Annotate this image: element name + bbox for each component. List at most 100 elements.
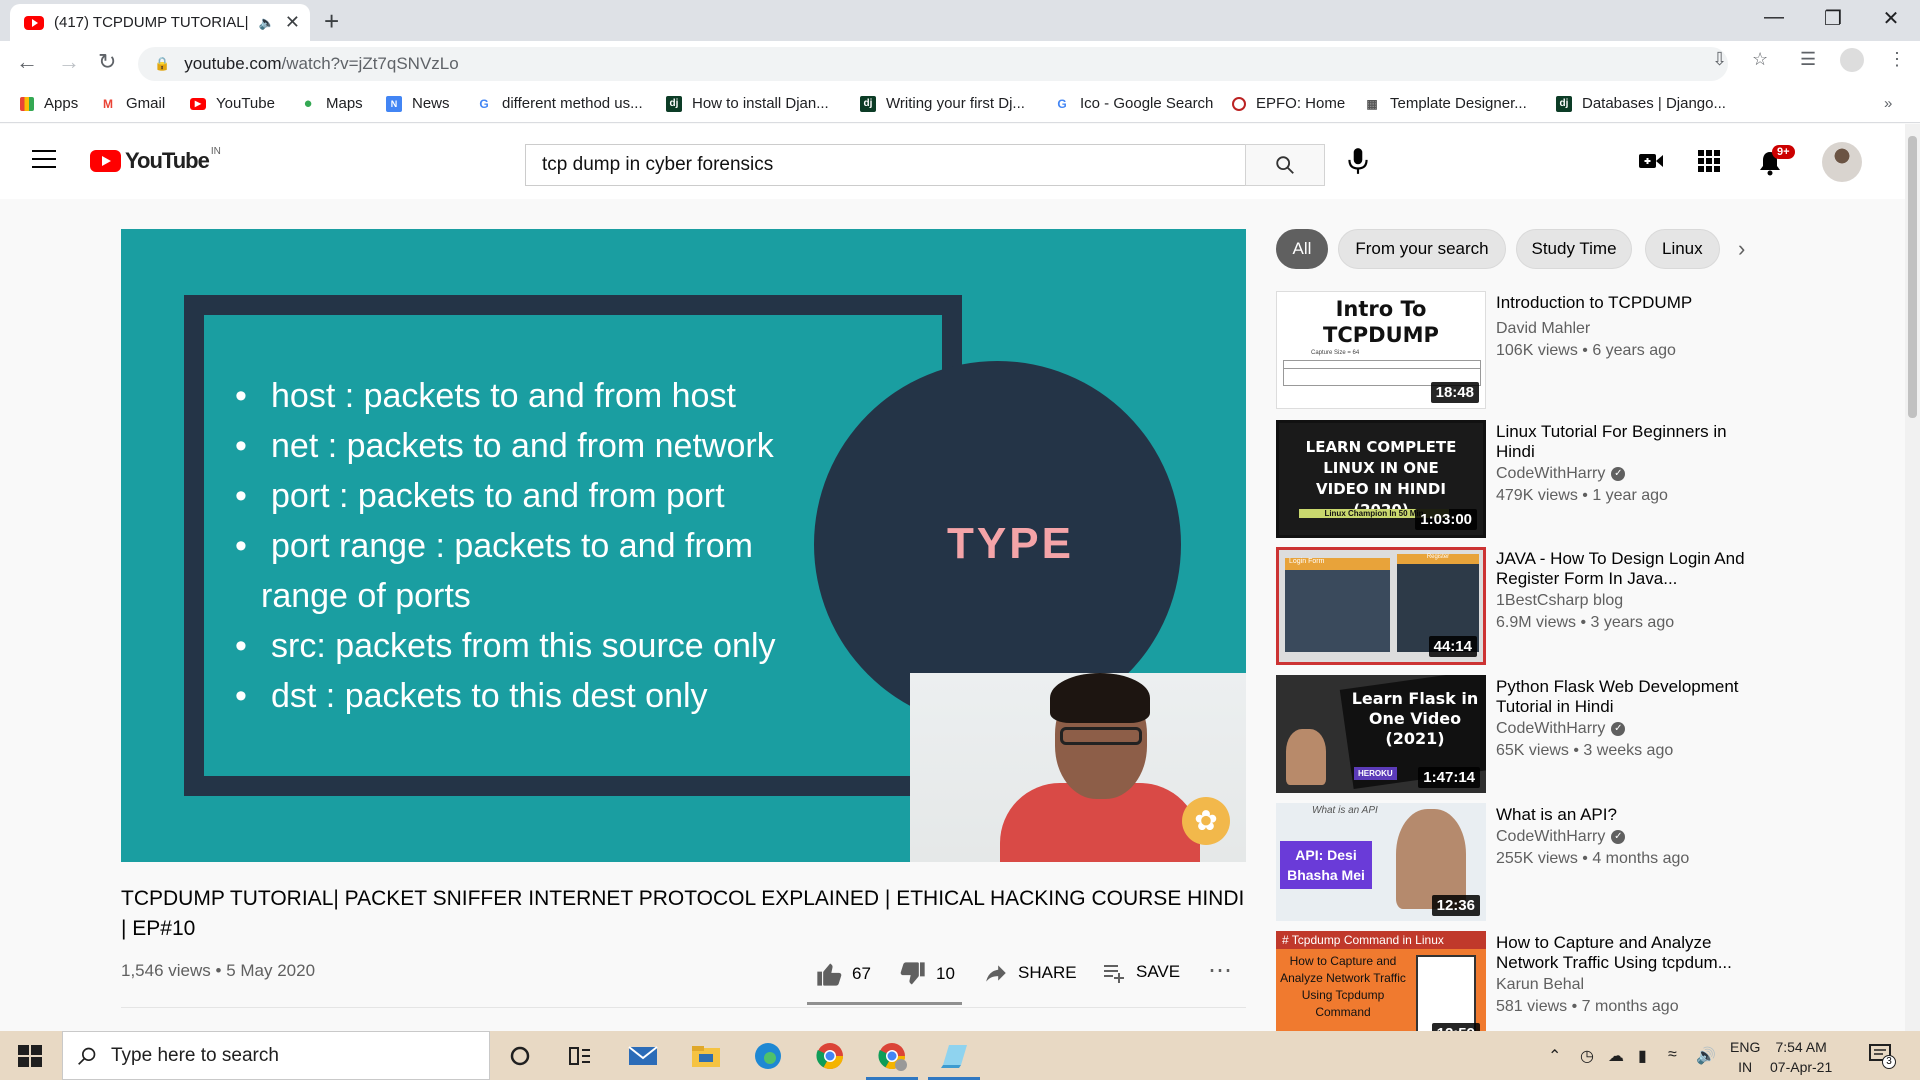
bookmark-install-django[interactable]: dj How to install Djan... [666,95,829,112]
chip-all[interactable]: All [1276,229,1328,269]
lock-icon[interactable]: 🔒 [154,56,170,72]
recommendation-thumbnail[interactable]: Intro To TCPDUMP Capture Size = 64 18:48 [1276,291,1486,409]
bookmark-writing-first-django[interactable]: dj Writing your first Dj... [860,95,1025,112]
profile-avatar-icon[interactable] [1840,48,1864,72]
notepad-app-icon[interactable] [928,1040,980,1080]
more-bookmarks-icon[interactable]: » [1884,95,1892,112]
account-avatar[interactable] [1822,142,1862,182]
address-bar[interactable]: 🔒 youtube.com/watch?v=jZt7qSNVzLo [138,47,1728,81]
video-player[interactable]: TYPE host : packets to and from host net… [121,229,1246,862]
recommendation-item[interactable]: Learn Flask in One Video (2021) HEROKU 1… [1276,675,1796,793]
recommendation-thumbnail[interactable]: What is an API API: Desi Bhasha Mei 12:3… [1276,803,1486,921]
bookmark-label: Template Designer... [1390,95,1527,112]
bookmark-template-designer[interactable]: ▦ Template Designer... [1364,95,1527,112]
wifi-icon[interactable]: ≈ [1668,1046,1677,1064]
file-explorer-icon[interactable] [690,1040,722,1072]
search-button[interactable] [1245,144,1325,186]
recommendation-title[interactable]: Introduction to TCPDUMP [1496,293,1766,313]
recommendation-item[interactable]: Login Form Register 44:14 JAVA - How To … [1276,547,1796,665]
recommendation-channel[interactable]: CodeWithHarry ✓ [1496,828,1626,846]
language-code: ENG [1730,1039,1761,1055]
browser-tab[interactable]: (417) TCPDUMP TUTORIAL| PACKET 🔈 ✕ [10,4,310,41]
cortana-icon[interactable] [504,1040,536,1072]
like-button[interactable]: 67 [814,960,871,988]
chip-linux[interactable]: Linux [1645,229,1720,269]
save-button[interactable]: SAVE [1100,960,1180,984]
recommendation-item[interactable]: # Tcpdump Command in Linux How to Captur… [1276,931,1796,1031]
task-view-icon[interactable] [564,1040,596,1072]
new-tab-button[interactable]: + [324,6,339,37]
recommendation-item[interactable]: LEARN COMPLETE LINUX IN ONE VIDEO IN HIN… [1276,420,1796,538]
chrome-profile-icon[interactable] [866,1040,918,1080]
create-video-icon[interactable] [1638,150,1664,177]
taskbar-search-box[interactable]: Type here to search [62,1031,490,1080]
recommendation-channel[interactable]: David Mahler [1496,320,1590,338]
voice-search-button[interactable] [1345,146,1371,181]
chip-study-time[interactable]: Study Time [1516,229,1632,269]
recommendation-title[interactable]: Linux Tutorial For Beginners in Hindi [1496,422,1766,462]
bookmark-label: EPFO: Home [1256,95,1346,112]
recommendation-title[interactable]: JAVA - How To Design Login And Register … [1496,549,1766,589]
chrome-menu-icon[interactable]: ⋮ [1888,49,1906,70]
bookmark-youtube[interactable]: ▶ YouTube [190,95,275,112]
back-icon[interactable]: ← [16,49,38,75]
chip-from-your-search[interactable]: From your search [1338,229,1506,269]
security-tray-icon[interactable]: ◷ [1580,1046,1594,1066]
scrollbar-thumb[interactable] [1908,136,1917,418]
input-language[interactable]: ENG IN [1730,1037,1760,1077]
system-clock[interactable]: 7:54 AM 07-Apr-21 [1758,1037,1832,1077]
edge-icon[interactable] [752,1040,784,1072]
window-close-icon[interactable]: ✕ [1871,6,1911,31]
tab-close-icon[interactable]: ✕ [285,12,300,33]
bookmark-star-icon[interactable]: ☆ [1752,49,1768,70]
dislike-button[interactable]: 10 [898,960,955,988]
bookmark-different-method[interactable]: G different method us... [476,95,642,112]
bookmark-apps[interactable]: Apps [20,95,78,112]
recommendation-channel[interactable]: CodeWithHarry ✓ [1496,720,1626,738]
youtube-favicon-icon [24,15,44,30]
volume-icon[interactable]: 🔊 [1696,1046,1716,1066]
recommendation-channel[interactable]: 1BestCsharp blog [1496,592,1623,610]
chrome-icon[interactable] [814,1040,846,1072]
bookmark-label: Maps [326,95,363,112]
recommendation-thumbnail[interactable]: Login Form Register 44:14 [1276,547,1486,665]
action-center-icon[interactable]: 3 [1868,1043,1896,1069]
search-input[interactable] [525,144,1245,186]
recommendation-title[interactable]: How to Capture and Analyze Network Traff… [1496,933,1766,973]
more-actions-icon[interactable]: ⋯ [1208,956,1232,985]
hamburger-menu-icon[interactable] [32,150,56,168]
recommendation-thumbnail[interactable]: LEARN COMPLETE LINUX IN ONE VIDEO IN HIN… [1276,420,1486,538]
apps-grid-icon[interactable] [1698,150,1720,177]
recommendation-channel[interactable]: CodeWithHarry ✓ [1496,465,1626,483]
recommendation-title[interactable]: Python Flask Web Development Tutorial in… [1496,677,1766,717]
recommendation-item[interactable]: Intro To TCPDUMP Capture Size = 64 18:48… [1276,291,1796,409]
slide-bullet-continuation: range of ports [261,577,471,615]
reload-icon[interactable]: ↻ [98,49,116,75]
windows-start-icon[interactable] [18,1045,42,1067]
onedrive-icon[interactable]: ☁ [1608,1046,1624,1066]
bookmark-epfo[interactable]: EPFO: Home [1232,95,1345,112]
recommendation-item[interactable]: What is an API API: Desi Bhasha Mei 12:3… [1276,803,1796,921]
recommendation-channel[interactable]: Karun Behal [1496,976,1584,994]
media-queue-icon[interactable]: ☰ [1800,49,1816,70]
chips-next-icon[interactable]: › [1738,236,1745,262]
recommendation-thumbnail[interactable]: # Tcpdump Command in Linux How to Captur… [1276,931,1486,1031]
bookmark-databases-django[interactable]: dj Databases | Django... [1556,95,1726,112]
forward-icon[interactable]: → [58,49,80,75]
recommendation-thumbnail[interactable]: Learn Flask in One Video (2021) HEROKU 1… [1276,675,1486,793]
share-button[interactable]: SHARE [982,960,1077,986]
show-hidden-icons-icon[interactable]: ⌃ [1548,1046,1561,1066]
install-app-icon[interactable]: ⇩ [1712,49,1727,70]
bookmark-news[interactable]: N News [386,95,450,112]
youtube-logo[interactable]: YouTube IN [90,146,221,174]
mail-icon[interactable] [627,1040,659,1072]
restore-icon[interactable]: ❐ [1813,6,1853,31]
bookmark-ico-search[interactable]: G Ico - Google Search [1054,95,1213,112]
minimize-icon[interactable]: — [1754,6,1794,29]
recommendation-title[interactable]: What is an API? [1496,805,1766,825]
bookmark-gmail[interactable]: M Gmail [100,95,165,112]
battery-icon[interactable]: ▮ [1638,1046,1647,1066]
bookmark-maps[interactable]: ● Maps [300,95,363,112]
audio-playing-icon[interactable]: 🔈 [259,15,275,31]
browser-toolbar: ← → ↻ 🔒 youtube.com/watch?v=jZt7qSNVzLo … [0,41,1920,87]
